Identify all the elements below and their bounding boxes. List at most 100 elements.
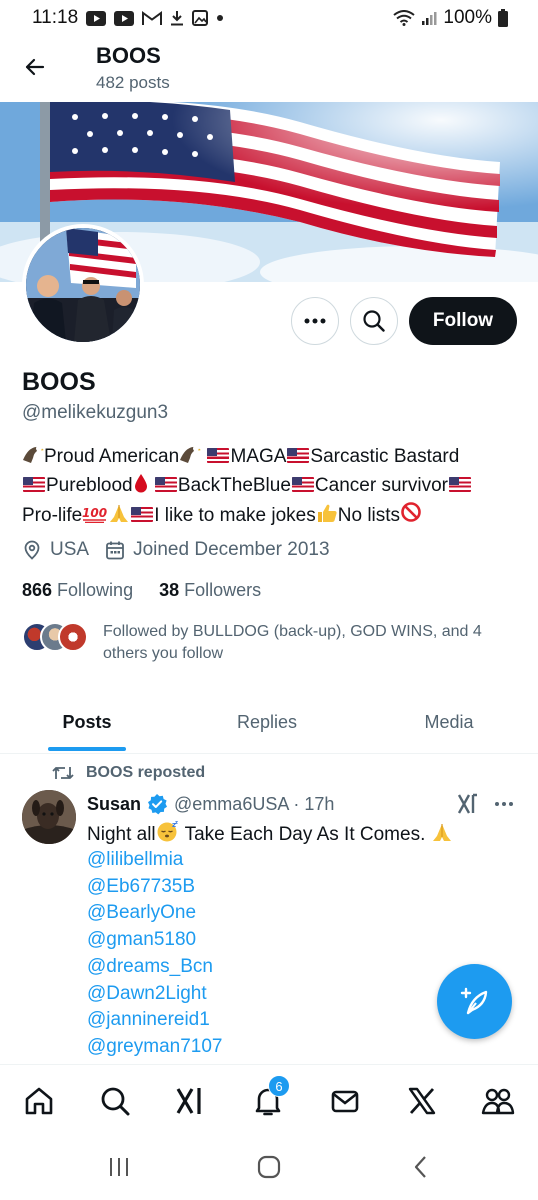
more-horizontal-icon — [304, 318, 326, 324]
nav-grok[interactable] — [171, 1081, 211, 1121]
active-tab-indicator — [48, 747, 126, 751]
profile-bio: Proud American MAGA Sarcastic Bastard Pur… — [22, 443, 522, 531]
bio-segment-1: Proud American — [44, 446, 180, 467]
post-author-handle-time: @emma6USA · 17h — [174, 793, 335, 814]
follow-counts: 866 Following 38 Followers — [22, 580, 287, 601]
gmail-icon — [142, 10, 163, 26]
follower-avatars — [22, 620, 92, 654]
grok-icon — [457, 793, 477, 814]
compose-post-button[interactable] — [437, 964, 512, 1039]
post-author-avatar[interactable] — [22, 790, 76, 844]
post-text-part-1: Night all — [87, 824, 156, 845]
home-circle-icon — [257, 1155, 281, 1179]
follow-button[interactable]: Follow — [409, 297, 517, 345]
bottom-navigation — [0, 1064, 538, 1134]
us-flag-emoji-icon — [23, 477, 45, 492]
mention-link[interactable]: @Dawn2Light — [87, 981, 222, 1008]
x-logo-icon — [408, 1087, 436, 1115]
recent-apps-icon — [110, 1158, 128, 1176]
dot-icon — [216, 14, 224, 22]
nav-home[interactable] — [19, 1081, 59, 1121]
tab-replies[interactable]: Replies — [206, 692, 328, 752]
following-link[interactable]: 866 Following — [22, 580, 133, 601]
post-mentions: @lilibellmia @Eb67735B @BearlyOne @gman5… — [87, 847, 222, 1061]
profile-header: BOOS 482 posts — [0, 36, 538, 102]
location-pin-icon — [24, 540, 40, 560]
grok-icon — [176, 1088, 201, 1114]
home-system-button[interactable] — [254, 1152, 284, 1182]
bio-segment-7: Pro-life — [22, 505, 83, 526]
back-button[interactable] — [18, 50, 52, 84]
status-bar: 11:18 100% — [0, 0, 538, 36]
joined-text: Joined December 2013 — [133, 539, 330, 560]
profile-handle: @melikekuzgun3 — [22, 402, 169, 423]
bio-segment-6: Cancer survivor — [314, 475, 448, 496]
communities-icon — [481, 1088, 515, 1115]
post-more-button[interactable] — [494, 792, 514, 821]
post-text-part-2: Take Each Day As It Comes. — [179, 824, 431, 845]
signal-icon — [421, 10, 437, 26]
mention-link[interactable]: @greyman7107 — [87, 1034, 222, 1061]
download-icon — [170, 10, 184, 26]
nav-communities[interactable] — [478, 1081, 518, 1121]
recent-apps-button[interactable] — [104, 1152, 134, 1182]
mention-link[interactable]: @janninereid1 — [87, 1007, 222, 1034]
header-title: BOOS — [96, 43, 161, 68]
us-flag-emoji-icon — [154, 477, 177, 492]
nav-search[interactable] — [95, 1081, 135, 1121]
profile-tabs: Posts Replies Media — [0, 692, 538, 754]
author-avatar-image — [22, 790, 76, 844]
followers-link[interactable]: 38 Followers — [159, 580, 261, 601]
followed-by-section[interactable]: Followed by BULLDOG (back-up), GOD WINS,… — [22, 620, 482, 662]
repost-label: BOOS reposted — [86, 764, 206, 781]
wifi-icon — [393, 10, 416, 26]
battery-percent: 100% — [443, 7, 492, 28]
tab-media[interactable]: Media — [394, 692, 504, 752]
bio-segment-3: Sarcastic Bastard — [310, 446, 460, 467]
profile-avatar[interactable] — [22, 224, 144, 346]
back-system-button[interactable] — [406, 1152, 436, 1182]
us-flag-emoji-icon — [207, 448, 230, 463]
search-profile-button[interactable] — [350, 297, 398, 345]
home-icon — [25, 1087, 53, 1115]
avatar-image — [26, 228, 140, 342]
prohibited-emoji-icon — [400, 501, 422, 531]
join-date: Joined December 2013 — [105, 539, 330, 561]
messages-icon — [331, 1090, 359, 1113]
nav-messages[interactable] — [325, 1081, 365, 1121]
hundred-points-emoji-icon: 100 — [82, 503, 108, 531]
followers-count: 38 — [159, 580, 180, 600]
grok-button[interactable] — [456, 792, 480, 821]
nav-x-premium[interactable] — [402, 1081, 442, 1121]
mention-link[interactable]: @BearlyOne — [87, 900, 222, 927]
tab-posts[interactable]: Posts — [30, 692, 144, 752]
bio-segment-5: BackTheBlue — [177, 475, 291, 496]
following-count: 866 — [22, 580, 53, 600]
post-author-name[interactable]: Susan — [87, 794, 141, 815]
search-icon — [363, 310, 385, 332]
youtube-icon — [86, 10, 107, 26]
more-options-button[interactable] — [291, 297, 339, 345]
us-flag-emoji-icon — [287, 448, 310, 463]
svg-text:100: 100 — [82, 506, 107, 520]
mention-link[interactable]: @lilibellmia — [87, 847, 222, 874]
back-arrow-icon — [25, 58, 45, 76]
bio-segment-9: No lists — [337, 505, 401, 526]
us-flag-emoji-icon — [291, 477, 314, 492]
youtube-icon-2 — [114, 10, 135, 26]
mention-link[interactable]: @Eb67735B — [87, 874, 222, 901]
bio-segment-2: MAGA — [230, 446, 287, 467]
eagle-emoji-icon — [179, 444, 202, 472]
praying-hands-emoji-icon — [431, 822, 453, 850]
blood-drop-emoji-icon — [133, 473, 149, 501]
location-text: USA — [50, 539, 90, 560]
repost-icon — [52, 767, 74, 779]
us-flag-emoji-icon — [448, 477, 471, 492]
following-label: Following — [57, 580, 134, 600]
mention-link[interactable]: @dreams_Bcn — [87, 954, 222, 981]
svg-text:z: z — [175, 820, 178, 826]
profile-display-name: BOOS — [22, 368, 96, 396]
us-flag-emoji-icon — [131, 507, 154, 522]
followed-by-text: Followed by BULLDOG (back-up), GOD WINS,… — [103, 623, 482, 662]
mention-link[interactable]: @gman5180 — [87, 927, 222, 954]
